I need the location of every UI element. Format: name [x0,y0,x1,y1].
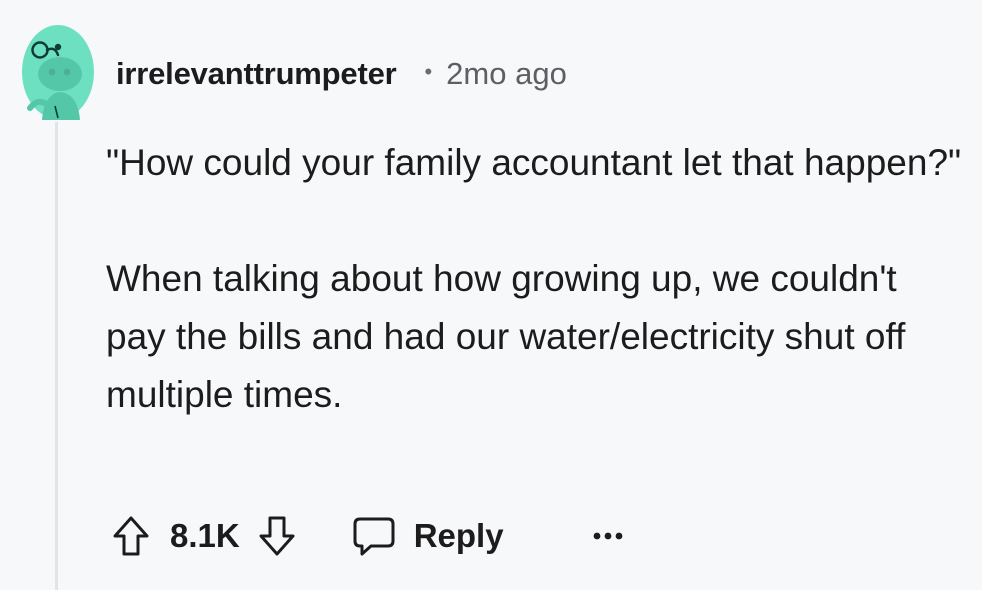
downvote-arrow-icon[interactable] [258,515,296,557]
comment-paragraph: "How could your family accountant let th… [106,142,962,183]
reddit-snoo-avatar-icon [22,25,94,120]
author-username[interactable]: irrelevanttrumpeter [116,56,397,92]
upvote-arrow-icon[interactable] [112,515,150,557]
meta-separator: • [424,59,433,84]
comment-actions: 8.1K Reply [112,508,628,564]
avatar[interactable] [22,24,94,120]
thread-line[interactable] [55,122,58,590]
comment-timestamp[interactable]: 2mo ago [446,56,567,92]
reply-button[interactable]: Reply [352,515,504,557]
comment-body: "How could your family accountant let th… [106,134,966,424]
comment-header: irrelevanttrumpeter • 2mo ago [116,52,567,96]
ellipsis-icon [593,532,622,540]
comment-paragraph: When talking about how growing up, we co… [106,258,906,415]
speech-bubble-icon [353,517,395,556]
reply-label: Reply [413,517,504,554]
vote-score: 8.1K [170,517,240,554]
more-options-button[interactable] [588,516,628,556]
